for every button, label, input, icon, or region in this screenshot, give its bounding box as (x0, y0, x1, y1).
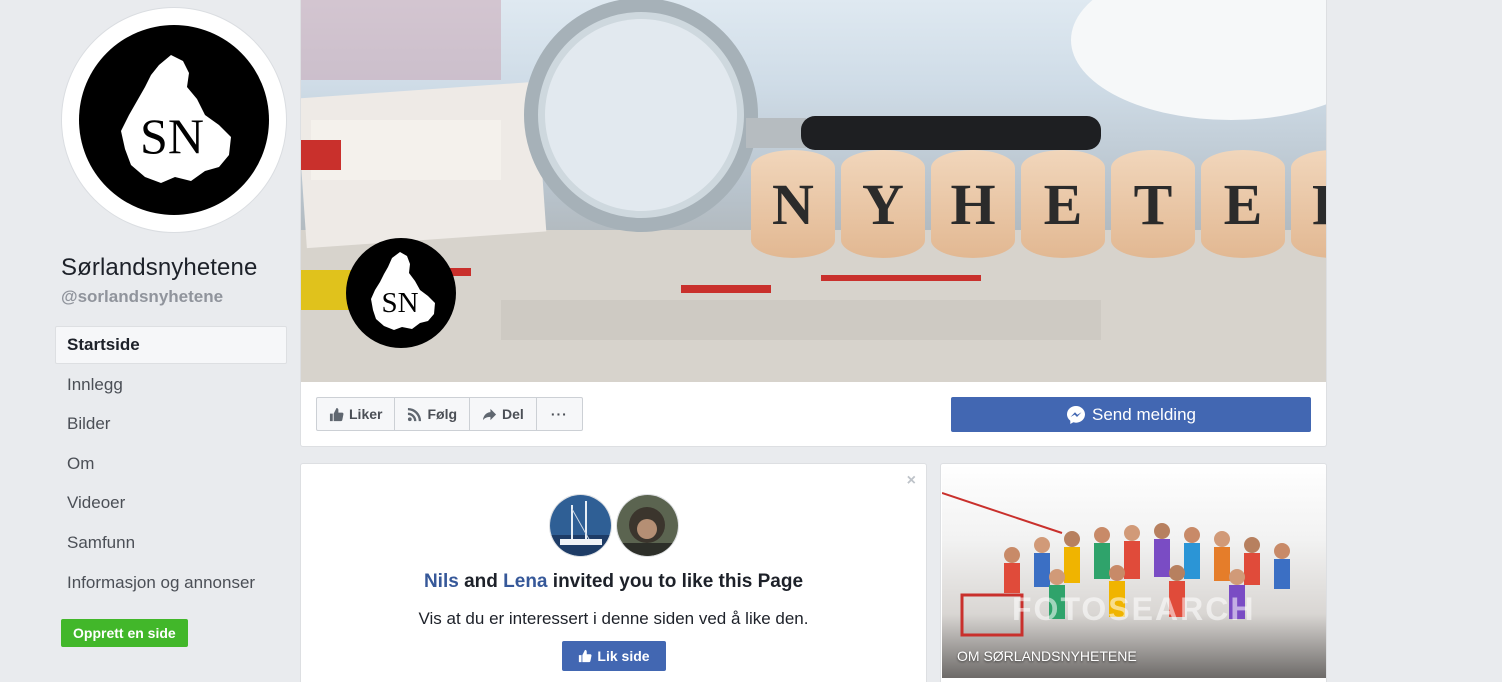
cover-logo: SN (346, 238, 456, 348)
tile: E (1021, 150, 1105, 258)
sidebar-nav: Startside Innlegg Bilder Om Videoer Samf… (55, 326, 287, 603)
profile-picture[interactable]: SN (61, 7, 287, 233)
rss-icon (408, 407, 422, 421)
about-section-label[interactable]: OM SØRLANDSNYHETENE (957, 648, 1137, 664)
send-message-label: Send melding (1092, 404, 1196, 424)
tile: R (1291, 150, 1326, 258)
sidebar-item-bilder[interactable]: Bilder (55, 405, 287, 443)
about-photo[interactable]: FOTOSEARCH OM SØRLANDSNYHETENE (942, 465, 1326, 678)
cover-card: N Y H E T E R SN Liker Følg Del (300, 0, 1327, 447)
like-label: Liker (349, 406, 383, 422)
sidebar-item-om[interactable]: Om (55, 445, 287, 483)
sidebar-item-innlegg[interactable]: Innlegg (55, 366, 287, 404)
about-card[interactable]: FOTOSEARCH OM SØRLANDSNYHETENE (940, 463, 1327, 682)
share-arrow-icon (482, 408, 497, 420)
invite-title: Nils and Lena invited you to like this P… (301, 571, 926, 593)
crowd-illustration (942, 492, 1290, 637)
page-action-bar: Liker Følg Del ··· (316, 397, 583, 431)
invite-card: × Nils and Lena invited you to like this… (300, 463, 927, 682)
sidebar-item-startside[interactable]: Startside (55, 326, 287, 364)
messenger-icon (1067, 405, 1086, 424)
photo-watermark: FOTOSEARCH (1012, 591, 1256, 627)
profile-logo-text: SN (140, 108, 204, 164)
follow-button[interactable]: Følg (395, 398, 471, 430)
cover-logo-text: SN (381, 287, 418, 319)
share-button[interactable]: Del (470, 398, 537, 430)
share-label: Del (502, 406, 524, 422)
profile-logo: SN (79, 25, 269, 215)
invite-and: and (464, 571, 498, 592)
inviter-link-lena[interactable]: Lena (503, 571, 547, 592)
send-message-button[interactable]: Send melding (951, 397, 1311, 432)
sidebar-item-informasjon[interactable]: Informasjon og annonser (55, 564, 287, 602)
thumbs-up-icon (329, 407, 344, 421)
more-options-button[interactable]: ··· (537, 398, 582, 430)
avatar-nils[interactable] (549, 494, 612, 557)
avatar-lena[interactable] (616, 494, 679, 557)
page-title: Sørlandsnyhetene (61, 254, 258, 281)
invite-subtitle: Vis at du er interessert i denne siden v… (418, 609, 809, 628)
tile: N (751, 150, 835, 258)
more-dots-icon: ··· (550, 406, 568, 422)
tile: T (1111, 150, 1195, 258)
like-button[interactable]: Liker (317, 398, 396, 430)
cover-word-tiles: N Y H E T E R (751, 150, 1326, 258)
invite-message: invited you to like this Page (552, 571, 804, 592)
cover-photo[interactable]: N Y H E T E R SN (301, 0, 1326, 382)
close-icon[interactable]: × (907, 472, 916, 490)
tile: H (931, 150, 1015, 258)
inviter-link-nils[interactable]: Nils (424, 571, 459, 592)
sidebar-item-samfunn[interactable]: Samfunn (55, 524, 287, 562)
tile: Y (841, 150, 925, 258)
like-page-button[interactable]: Lik side (562, 641, 666, 671)
create-page-button[interactable]: Opprett en side (61, 619, 188, 647)
follow-label: Følg (427, 406, 458, 422)
tile: E (1201, 150, 1285, 258)
sidebar-item-videoer[interactable]: Videoer (55, 484, 287, 522)
page-handle[interactable]: @sorlandsnyhetene (61, 287, 223, 307)
like-page-label: Lik side (597, 648, 650, 664)
thumbs-up-icon (579, 649, 592, 663)
